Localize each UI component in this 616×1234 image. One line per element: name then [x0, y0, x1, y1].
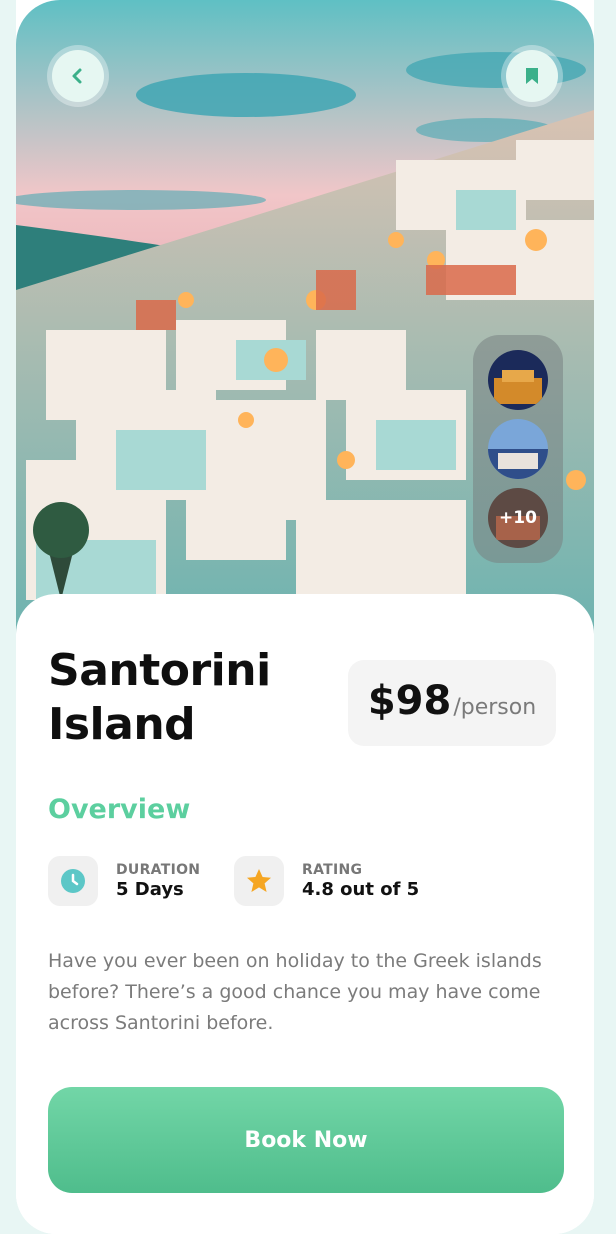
destination-title: Santorini Island [48, 644, 318, 752]
price-amount: $98 [367, 678, 452, 724]
star-icon [234, 856, 284, 906]
bookmark-button[interactable] [506, 50, 558, 102]
rating-label: RATING [302, 862, 363, 878]
gallery-more-count: +10 [499, 508, 537, 529]
chevron-left-icon [72, 68, 82, 84]
gallery-more-thumb[interactable]: +10 [488, 488, 548, 549]
title-line-1: Santorini [48, 645, 271, 696]
duration-value: 5 Days [116, 879, 184, 900]
rating-value: 4.8 out of 5 [302, 879, 420, 900]
details-card: Santorini Island $98 /person Overview DU… [16, 594, 594, 1234]
price-unit: /person [453, 695, 537, 720]
duration-label: DURATION [116, 862, 201, 878]
back-button[interactable] [52, 50, 104, 102]
price-tag: $98 /person [348, 660, 556, 746]
rating-stat: RATING 4.8 out of 5 [234, 856, 419, 906]
photo-gallery: +10 [473, 335, 563, 563]
duration-stat: DURATION 5 Days [48, 856, 200, 906]
overview-heading: Overview [48, 794, 191, 825]
book-now-button[interactable]: Book Now [48, 1087, 564, 1193]
app-screen: +10 Santorini Island $98 /person Overvie… [16, 0, 594, 1234]
description-text: Have you ever been on holiday to the Gre… [48, 950, 542, 1034]
bookmark-icon [526, 68, 538, 84]
gallery-thumb[interactable] [488, 349, 548, 410]
gallery-thumb[interactable] [488, 418, 548, 479]
clock-icon [48, 856, 98, 906]
hero-image: +10 [16, 0, 594, 650]
title-line-2: Island [48, 699, 196, 750]
